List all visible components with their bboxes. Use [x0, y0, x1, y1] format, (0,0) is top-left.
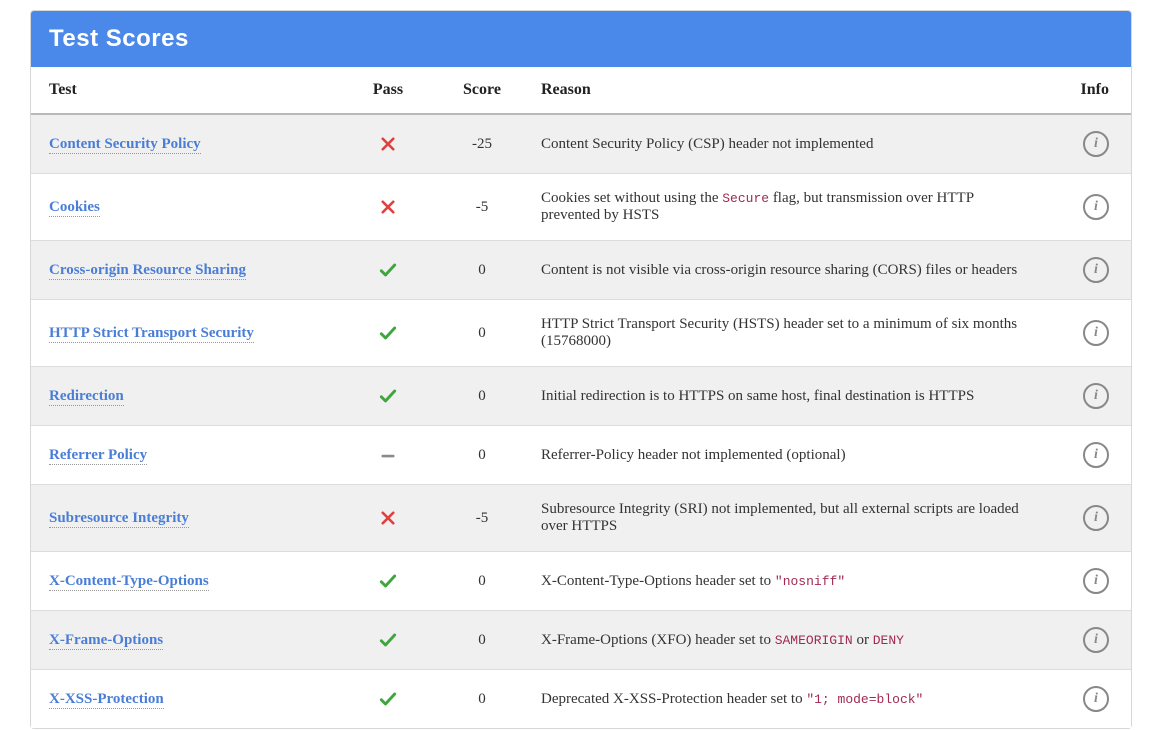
- reason-cell: Subresource Integrity (SRI) not implemen…: [529, 485, 1037, 552]
- col-header-test: Test: [31, 67, 341, 114]
- reason-cell: X-Frame-Options (XFO) header set to SAME…: [529, 611, 1037, 670]
- reason-cell: Initial redirection is to HTTPS on same …: [529, 367, 1037, 426]
- reason-code: SAMEORIGIN: [775, 633, 853, 648]
- reason-cell: X-Content-Type-Options header set to "no…: [529, 552, 1037, 611]
- x-icon: [379, 509, 397, 525]
- score-cell: 0: [435, 367, 529, 426]
- reason-text: X-Frame-Options (XFO) header set to: [541, 632, 775, 648]
- info-icon[interactable]: i: [1083, 131, 1109, 157]
- test-scores-panel: Test Scores Test Pass Score Reason Info …: [30, 10, 1132, 729]
- test-link[interactable]: HTTP Strict Transport Security: [49, 325, 254, 343]
- info-icon[interactable]: i: [1083, 257, 1109, 283]
- score-cell: -25: [435, 114, 529, 174]
- score-cell: 0: [435, 552, 529, 611]
- info-icon[interactable]: i: [1083, 568, 1109, 594]
- score-cell: 0: [435, 241, 529, 300]
- table-row: HTTP Strict Transport Security 0 HTTP Stri…: [31, 300, 1131, 367]
- info-icon[interactable]: i: [1083, 320, 1109, 346]
- panel-title: Test Scores: [31, 11, 1131, 67]
- test-link[interactable]: Referrer Policy: [49, 447, 147, 465]
- reason-text: Initial redirection is to HTTPS on same …: [541, 388, 974, 404]
- check-icon: [378, 324, 398, 340]
- reason-code: DENY: [873, 633, 904, 648]
- pass-cell: [341, 300, 435, 367]
- pass-cell: [341, 552, 435, 611]
- x-icon: [379, 135, 397, 151]
- score-cell: 0: [435, 670, 529, 729]
- info-icon[interactable]: i: [1083, 505, 1109, 531]
- test-link[interactable]: Content Security Policy: [49, 136, 201, 154]
- reason-text: Content is not visible via cross-origin …: [541, 262, 1017, 278]
- table-row: X-XSS-Protection 0 Deprecated X-XSS-Protec…: [31, 670, 1131, 729]
- table-row: X-Frame-Options0X-Frame-Options (XFO) he…: [31, 611, 1131, 670]
- test-scores-table: Test Pass Score Reason Info Content Secu…: [31, 67, 1131, 728]
- info-icon[interactable]: i: [1083, 194, 1109, 220]
- table-row: X-Content-Type-Options0X-Content-Type-Op…: [31, 552, 1131, 611]
- score-cell: 0: [435, 611, 529, 670]
- table-row: Cross-origin Resource Sharing 0 Content is…: [31, 241, 1131, 300]
- reason-cell: Content Security Policy (CSP) header not…: [529, 114, 1037, 174]
- table-row: Content Security Policy -25 Content Securi…: [31, 114, 1131, 174]
- reason-text: X-Content-Type-Options header set to: [541, 573, 775, 589]
- reason-code: Secure: [722, 191, 769, 206]
- test-link[interactable]: Cookies: [49, 199, 100, 217]
- test-link[interactable]: Cross-origin Resource Sharing: [49, 262, 246, 280]
- test-link[interactable]: X-XSS-Protection: [49, 691, 164, 709]
- test-link[interactable]: Subresource Integrity: [49, 510, 189, 528]
- table-row: Referrer Policy 0 Referrer-Policy header n…: [31, 426, 1131, 485]
- check-icon: [378, 387, 398, 403]
- info-icon[interactable]: i: [1083, 686, 1109, 712]
- pass-cell: [341, 611, 435, 670]
- table-row: Redirection 0 Initial redirection is to HT…: [31, 367, 1131, 426]
- info-icon[interactable]: i: [1083, 627, 1109, 653]
- score-cell: -5: [435, 485, 529, 552]
- table-row: Subresource Integrity -5 Subresource Integ…: [31, 485, 1131, 552]
- reason-cell: Referrer-Policy header not implemented (…: [529, 426, 1037, 485]
- reason-cell: Content is not visible via cross-origin …: [529, 241, 1037, 300]
- reason-text: Deprecated X-XSS-Protection header set t…: [541, 691, 806, 707]
- reason-code: "1; mode=block": [806, 692, 923, 707]
- reason-cell: Deprecated X-XSS-Protection header set t…: [529, 670, 1037, 729]
- col-header-info: Info: [1037, 67, 1131, 114]
- col-header-pass: Pass: [341, 67, 435, 114]
- pass-cell: [341, 485, 435, 552]
- reason-text: Content Security Policy (CSP) header not…: [541, 136, 873, 152]
- pass-cell: [341, 174, 435, 241]
- reason-code: "nosniff": [775, 574, 845, 589]
- test-link[interactable]: X-Frame-Options: [49, 632, 163, 650]
- check-icon: [378, 631, 398, 647]
- info-icon[interactable]: i: [1083, 383, 1109, 409]
- pass-cell: [341, 670, 435, 729]
- reason-text: Subresource Integrity (SRI) not implemen…: [541, 501, 1019, 534]
- dash-icon: [379, 444, 397, 466]
- check-icon: [378, 690, 398, 706]
- score-cell: 0: [435, 300, 529, 367]
- table-row: Cookies-5Cookies set without using the S…: [31, 174, 1131, 241]
- test-link[interactable]: X-Content-Type-Options: [49, 573, 209, 591]
- test-link[interactable]: Redirection: [49, 388, 124, 406]
- check-icon: [378, 261, 398, 277]
- score-cell: 0: [435, 426, 529, 485]
- pass-cell: [341, 241, 435, 300]
- pass-cell: [341, 367, 435, 426]
- reason-text: or: [853, 632, 873, 648]
- reason-cell: Cookies set without using the Secure fla…: [529, 174, 1037, 241]
- reason-text: Cookies set without using the: [541, 190, 722, 206]
- pass-cell: [341, 114, 435, 174]
- info-icon[interactable]: i: [1083, 442, 1109, 468]
- score-cell: -5: [435, 174, 529, 241]
- reason-text: Referrer-Policy header not implemented (…: [541, 447, 846, 463]
- reason-cell: HTTP Strict Transport Security (HSTS) he…: [529, 300, 1037, 367]
- check-icon: [378, 572, 398, 588]
- col-header-reason: Reason: [529, 67, 1037, 114]
- col-header-score: Score: [435, 67, 529, 114]
- x-icon: [379, 198, 397, 214]
- reason-text: HTTP Strict Transport Security (HSTS) he…: [541, 316, 1017, 349]
- pass-cell: [341, 426, 435, 485]
